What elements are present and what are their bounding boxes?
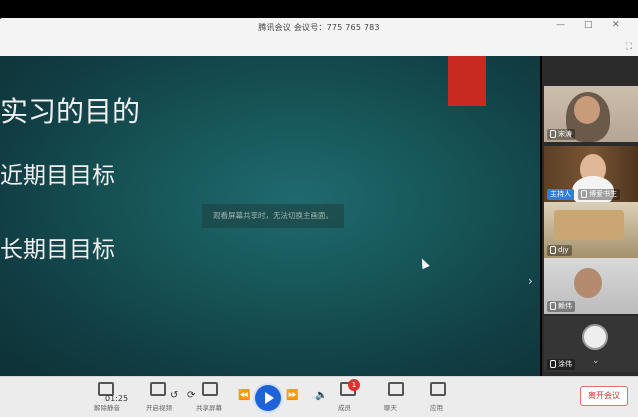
mic-icon: [550, 246, 556, 254]
slide-red-block: [448, 56, 486, 106]
participant-face: [574, 268, 602, 298]
participant-face: [574, 96, 600, 124]
share-screen-icon[interactable]: [202, 382, 218, 396]
video-camera-icon[interactable]: [150, 382, 166, 396]
toolbar-label: 开启视频: [146, 404, 172, 412]
toolbar-label: 聊天: [384, 404, 397, 412]
recording-time: 01:25: [105, 394, 129, 403]
mic-icon: [550, 360, 556, 368]
close-button[interactable]: ✕: [612, 20, 620, 30]
screen-top-border: [0, 0, 638, 20]
reply-icon[interactable]: ↺: [170, 390, 178, 401]
window-title: 腾讯会议 会议号：775 765 783: [258, 23, 380, 32]
mic-icon: [581, 190, 587, 198]
participant-tile[interactable]: 赖伟: [544, 258, 638, 314]
members-badge: 1: [348, 379, 360, 391]
slide-item: 近期目目标: [0, 163, 115, 189]
toast-message: 观看屏幕共享时，无法切换主画面。: [202, 204, 344, 228]
slide-title: 实习的目的: [0, 95, 141, 128]
participant-name: 博爱书生: [578, 189, 620, 200]
mic-icon: [550, 302, 556, 310]
maximize-button[interactable]: □: [584, 20, 593, 30]
participant-tile[interactable]: 宋涛: [544, 86, 638, 142]
participant-name: 宋涛: [547, 129, 575, 140]
slide-item: 长期目目标: [0, 237, 115, 263]
apps-grid-icon[interactable]: [430, 382, 446, 396]
host-badge: 主持人: [547, 189, 574, 200]
leave-meeting-button[interactable]: 离开会议: [580, 386, 628, 406]
secondary-toolbar: ⛶: [0, 40, 638, 56]
participant-video: [554, 210, 624, 240]
toolbar-label: 共享屏幕: [196, 404, 222, 412]
chevron-right-icon[interactable]: ›: [528, 274, 533, 288]
participant-name: djy: [547, 245, 572, 256]
rotate-icon[interactable]: ⟳: [187, 390, 195, 401]
participant-name: 涂伟: [547, 359, 575, 370]
toolbar-label: 解除静音: [94, 404, 120, 412]
participant-tile[interactable]: djy: [544, 202, 638, 258]
mic-icon: [550, 130, 556, 138]
window-titlebar: 腾讯会议 会议号：775 765 783 — □ ✕: [0, 18, 638, 40]
participant-tile[interactable]: 主持人 博爱书生: [544, 146, 638, 202]
fast-forward-icon[interactable]: ⏩: [286, 390, 298, 401]
chevron-down-icon[interactable]: ⌄: [592, 356, 600, 366]
toolbar-label: 应用: [430, 404, 443, 412]
participant-name: 赖伟: [547, 301, 575, 312]
shared-screen: 实习的目的 近期目目标 长期目目标 观看屏幕共享时，无法切换主画面。 ›: [0, 56, 540, 376]
play-button[interactable]: [255, 385, 281, 411]
avatar: [582, 324, 608, 350]
chat-icon[interactable]: [388, 382, 404, 396]
minimize-button[interactable]: —: [556, 20, 565, 30]
toolbar-label: 成员: [338, 404, 351, 412]
participant-tile[interactable]: 涂伟 ⌄: [544, 316, 638, 372]
fullscreen-icon[interactable]: ⛶: [626, 42, 632, 52]
volume-icon[interactable]: 🔈: [315, 390, 327, 401]
rewind-icon[interactable]: ⏪: [238, 390, 250, 401]
mouse-cursor-icon: [418, 256, 430, 270]
